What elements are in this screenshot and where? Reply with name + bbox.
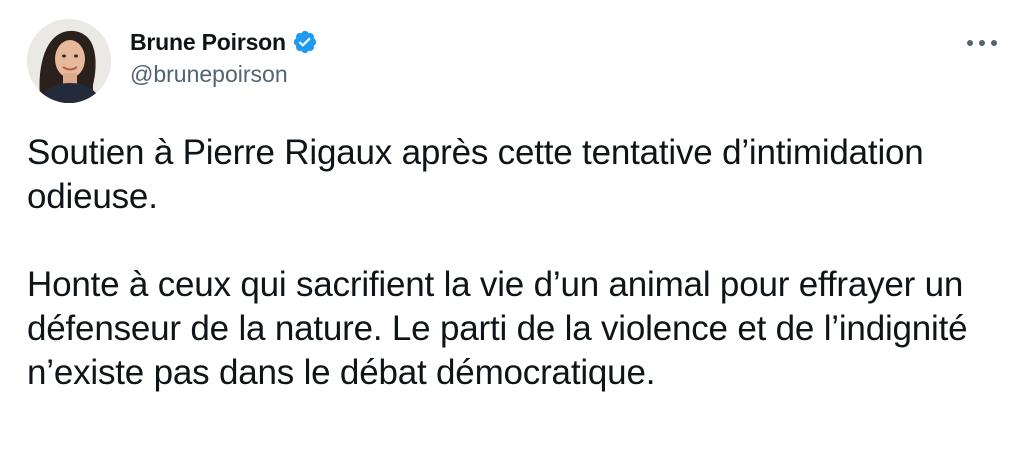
avatar-image [27, 19, 111, 103]
more-dot [967, 40, 973, 46]
tweet-paragraph: Soutien à Pierre Rigaux après cette tent… [27, 133, 924, 216]
display-name-row: Brune Poirson [130, 25, 318, 59]
author-display-name[interactable]: Brune Poirson [130, 29, 286, 56]
tweet-card: Brune Poirson @brunepoirson Soutien à Pi… [0, 0, 1024, 475]
verified-badge-icon [292, 29, 318, 55]
avatar[interactable] [27, 19, 111, 103]
more-dot [991, 40, 997, 46]
tweet-text: Soutien à Pierre Rigaux après cette tent… [27, 131, 987, 395]
more-dot [979, 40, 985, 46]
author-handle[interactable]: @brunepoirson [130, 61, 318, 88]
more-options-icon[interactable] [967, 37, 997, 49]
tweet-paragraph: Honte à ceux qui sacrifient la vie d’un … [27, 265, 968, 392]
tweet-header: Brune Poirson @brunepoirson [27, 19, 997, 105]
author-info: Brune Poirson @brunepoirson [130, 25, 318, 88]
